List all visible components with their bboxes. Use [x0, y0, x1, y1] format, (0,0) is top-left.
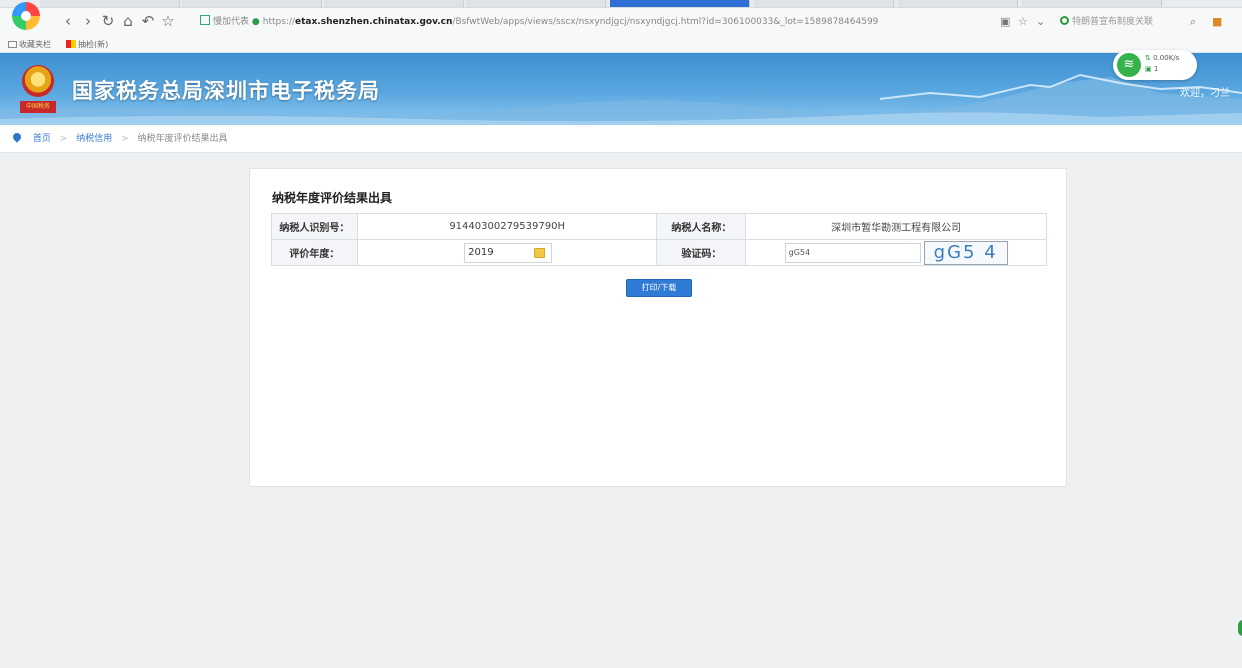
- taxpayer-id-label: 纳税人识别号：: [271, 213, 358, 240]
- favorite-icon[interactable]: ☆: [1018, 13, 1028, 31]
- evaluation-panel: 纳税年度评价结果出具 纳税人识别号： 91440300279539790H 纳税…: [249, 168, 1067, 487]
- search-engine-icon: [1060, 16, 1069, 25]
- network-count: 1: [1153, 65, 1159, 73]
- browser-tab[interactable]: [754, 0, 894, 7]
- site-title: 国家税务总局深圳市电子税务局: [72, 79, 380, 103]
- refresh-icon[interactable]: ↻: [98, 11, 118, 31]
- network-speed-widget[interactable]: ≋ ⇅ 0.00K/s ▣ 1: [1113, 50, 1197, 80]
- captcha-image[interactable]: gG5 4: [923, 240, 1008, 265]
- speed-mode-icon: [200, 15, 210, 25]
- browser-tab[interactable]: [182, 0, 322, 7]
- network-speed-value: 0.00K/s: [1153, 54, 1180, 62]
- year-picker-input[interactable]: 2019: [464, 242, 553, 263]
- tax-emblem-logo: 中国税务: [18, 61, 58, 117]
- breadcrumb: 首页 > 纳税信用 > 纳税年度评价结果出具: [0, 125, 1242, 153]
- captcha-label: 验证码：: [656, 239, 747, 266]
- year-cell: 2019: [356, 239, 658, 266]
- address-path: /BsfwtWeb/apps/views/sscx/nsxyndjgcj/nsx…: [452, 17, 879, 27]
- wifi-icon: ≋: [1117, 53, 1141, 77]
- print-download-button[interactable]: 打印/下载: [626, 279, 692, 297]
- search-input[interactable]: 特朗普宣布制度关联: [1060, 13, 1180, 31]
- browser-toolbar: ‹ › ↻ ⌂ ↶ ☆ 慢加代表 ● https://etax.shenzhen.…: [0, 2, 1242, 36]
- address-scheme: https://: [262, 17, 296, 27]
- site-header: 中国税务 国家税务总局深圳市电子税务局 欢迎，刁兰: [0, 53, 1242, 125]
- browser-logo-icon[interactable]: [12, 2, 40, 30]
- home-icon[interactable]: ⌂: [118, 11, 138, 31]
- browser-tab[interactable]: [1022, 0, 1162, 7]
- floating-side-widget[interactable]: [1238, 620, 1242, 636]
- bookmarks-bar: 收藏夹栏 抽检(新): [0, 36, 1242, 53]
- extension-icon[interactable]: ▣: [1000, 13, 1010, 31]
- breadcrumb-home[interactable]: 首页: [33, 134, 51, 144]
- star-icon[interactable]: ☆: [158, 11, 178, 31]
- location-pin-icon: [11, 131, 23, 143]
- folder-icon: [8, 41, 17, 48]
- back-icon[interactable]: ‹: [58, 11, 78, 31]
- evaluation-form-table: 纳税人识别号： 91440300279539790H 纳税人名称： 深圳市暂华勘…: [271, 213, 1047, 266]
- bookmark-item[interactable]: 收藏夹栏: [8, 39, 51, 50]
- chevron-down-icon[interactable]: ⌄: [1036, 13, 1045, 31]
- breadcrumb-credit[interactable]: 纳税信用: [76, 134, 112, 144]
- browser-tab[interactable]: [466, 0, 606, 7]
- browser-tab-active[interactable]: [610, 0, 750, 7]
- browser-tab[interactable]: [40, 0, 180, 7]
- search-placeholder: 特朗普宣布制度关联: [1072, 17, 1154, 27]
- search-icon[interactable]: ⌕: [1190, 13, 1196, 31]
- bookmark-label: 抽检(新): [78, 40, 109, 49]
- browser-tab-strip: [0, 0, 1242, 8]
- address-bar[interactable]: 慢加代表 ● https://etax.shenzhen.chinatax.gov…: [200, 13, 890, 31]
- network-speed: ⇅ 0.00K/s ▣ 1: [1145, 54, 1180, 73]
- calendar-icon[interactable]: [534, 247, 546, 258]
- year-value: 2019: [468, 246, 494, 258]
- bookmark-label: 收藏夹栏: [19, 40, 51, 49]
- table-row: 纳税人识别号： 91440300279539790H 纳税人名称： 深圳市暂华勘…: [271, 213, 1047, 240]
- browser-tab[interactable]: [324, 0, 464, 7]
- bookmark-item[interactable]: 抽检(新): [66, 39, 108, 50]
- forward-icon[interactable]: ›: [78, 11, 98, 31]
- table-row: 评价年度： 2019 验证码： gG54 gG5 4: [271, 239, 1047, 266]
- captcha-input[interactable]: gG54: [784, 242, 921, 263]
- address-prefix-badge: 慢加代表: [213, 17, 250, 27]
- apps-icon[interactable]: ■: [1212, 13, 1222, 31]
- undo-icon[interactable]: ↶: [138, 11, 158, 31]
- year-label: 评价年度：: [271, 239, 358, 266]
- flag-icon: [66, 40, 76, 48]
- address-host: etax.shenzhen.chinatax.gov.cn: [295, 17, 453, 27]
- breadcrumb-separator: >: [59, 134, 68, 144]
- taxpayer-name-value: 深圳市暂华勘测工程有限公司: [745, 213, 1047, 240]
- taxpayer-name-label: 纳税人名称：: [656, 213, 747, 240]
- emblem-text: 中国税务: [20, 101, 56, 113]
- welcome-text[interactable]: 欢迎，刁兰: [1180, 84, 1230, 99]
- browser-tab[interactable]: [898, 0, 1018, 7]
- taxpayer-id-value: 91440300279539790H: [356, 213, 658, 240]
- panel-title: 纳税年度评价结果出具: [272, 191, 393, 205]
- breadcrumb-separator: >: [121, 134, 129, 144]
- lock-icon: ●: [251, 17, 260, 27]
- breadcrumb-current: 纳税年度评价结果出具: [137, 134, 228, 144]
- captcha-cell: gG54 gG5 4: [745, 239, 1047, 266]
